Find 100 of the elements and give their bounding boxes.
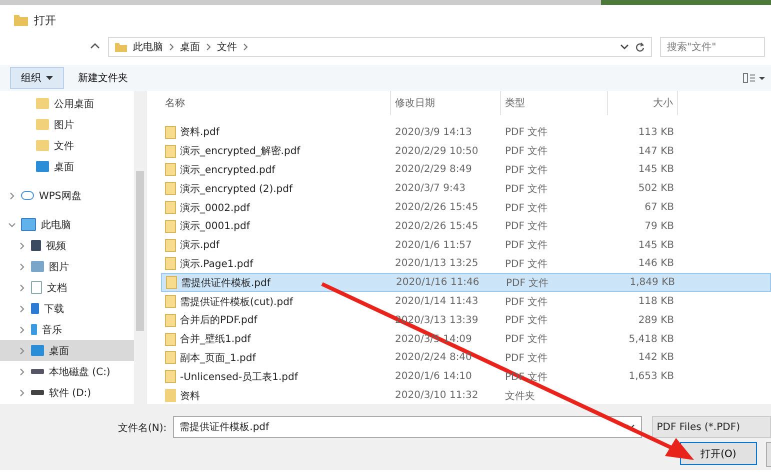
file-name: -Unlicensed-员工表1.pdf bbox=[180, 370, 298, 384]
table-cell-text: PDF 文件 bbox=[504, 182, 549, 196]
table-cell-text: 67 KB bbox=[644, 202, 675, 214]
desktop-icon bbox=[36, 161, 49, 172]
file-row[interactable]: 演示_0001.pdf 2020/2/26 15:45 PDF 文件 79 KB bbox=[161, 216, 771, 236]
new-folder-button[interactable]: 新建文件夹 bbox=[72, 70, 134, 86]
folder-icon bbox=[165, 389, 176, 402]
breadcrumb[interactable]: 此电脑 bbox=[133, 40, 163, 54]
table-cell-text: 文件夹 bbox=[504, 390, 536, 403]
table-cell-text: PDF 文件 bbox=[504, 144, 549, 158]
chevron-down-icon[interactable] bbox=[626, 424, 635, 430]
download-icon bbox=[31, 303, 39, 314]
sidebar-item[interactable]: 视频 bbox=[0, 235, 134, 256]
sidebar-label: 文档 bbox=[47, 282, 67, 294]
file-name: 演示_encrypted.pdf bbox=[180, 164, 276, 177]
document-icon bbox=[165, 220, 176, 233]
search-field[interactable]: 搜索"文件" bbox=[660, 37, 765, 57]
file-name: 合并_壁纸1.pdf bbox=[180, 332, 251, 346]
file-row[interactable]: 演示_encrypted_解密.pdf 2020/2/29 10:50 PDF 文件 147 KB bbox=[161, 142, 771, 161]
sidebar-label: 图片 bbox=[54, 118, 74, 132]
file-row[interactable]: 演示_0002.pdf 2020/2/26 15:45 PDF 文件 67 KB bbox=[161, 198, 771, 217]
document-icon bbox=[165, 238, 176, 252]
table-cell-text: 2020/3/7 9:43 bbox=[394, 183, 467, 194]
document-icon bbox=[165, 295, 176, 308]
sidebar-item[interactable]: 桌面 bbox=[0, 156, 134, 177]
table-cell-text: 2020/1/16 11:46 bbox=[395, 277, 480, 288]
column-header[interactable]: 类型 bbox=[501, 91, 608, 115]
table-cell-text: PDF 文件 bbox=[504, 202, 549, 215]
table-cell-text: 79 KB bbox=[644, 220, 675, 232]
table-cell-text: 2020/1/14 11:43 bbox=[394, 296, 480, 308]
file-name-field[interactable]: 需提供证件模板.pdf bbox=[172, 416, 642, 438]
chevron-right-icon[interactable] bbox=[243, 43, 248, 51]
file-row[interactable]: 演示_encrypted.pdf 2020/2/29 8:49 PDF 文件 145 KB bbox=[161, 160, 771, 180]
view-options-icon[interactable] bbox=[743, 73, 765, 83]
table-cell-text: PDF 文件 bbox=[504, 314, 549, 328]
table-cell-text: 2020/1/6 14:10 bbox=[394, 371, 473, 382]
file-type-dropdown[interactable]: PDF Files (*.PDF) bbox=[652, 416, 771, 438]
file-row[interactable]: 资料.pdf 2020/3/9 14:13 PDF 文件 113 KB bbox=[161, 123, 771, 142]
chevron-right-icon[interactable] bbox=[18, 368, 26, 376]
sidebar-item[interactable]: 下载 bbox=[0, 298, 134, 319]
address-bar[interactable]: 此电脑 桌面 文件 bbox=[108, 37, 652, 57]
sidebar-item[interactable]: 文档 bbox=[0, 277, 134, 298]
sidebar-item[interactable]: WPS网盘 bbox=[0, 185, 134, 206]
column-header[interactable]: 大小 bbox=[608, 91, 678, 115]
sidebar-item[interactable]: 桌面 bbox=[0, 340, 134, 361]
file-row[interactable]: 资料 2020/3/10 11:32 文件夹 bbox=[161, 386, 771, 405]
column-header[interactable]: 修改日期 bbox=[391, 91, 501, 115]
breadcrumb[interactable]: 文件 bbox=[217, 40, 237, 54]
window-title: 打开 bbox=[34, 12, 56, 28]
chevron-right-icon[interactable] bbox=[18, 242, 26, 250]
sidebar-item[interactable]: 本地磁盘 (C:) bbox=[0, 361, 134, 382]
file-name: 演示_encrypted (2).pdf bbox=[180, 182, 293, 196]
chevron-right-icon[interactable] bbox=[18, 284, 26, 292]
table-cell-text: PDF 文件 bbox=[504, 238, 549, 252]
document-icon bbox=[166, 276, 177, 290]
open-button[interactable]: 打开(O) bbox=[680, 442, 757, 465]
sidebar-item[interactable]: 软件 (D:) bbox=[0, 382, 134, 403]
file-row[interactable]: 需提供证件模板(cut).pdf 2020/1/14 11:43 PDF 文件 118 KB bbox=[161, 292, 771, 311]
file-row[interactable]: 需提供证件模板.pdf 2020/1/16 11:46 PDF 文件 1,849 KB bbox=[161, 273, 771, 292]
organize-button[interactable]: 组织 bbox=[10, 67, 64, 89]
table-cell-text: 118 KB bbox=[637, 296, 675, 308]
sidebar-item[interactable]: 音乐 bbox=[0, 319, 134, 340]
sidebar-label: 桌面 bbox=[54, 160, 74, 174]
sidebar-item[interactable]: 图片 bbox=[0, 256, 134, 277]
table-cell-text: PDF 文件 bbox=[504, 220, 549, 234]
chevron-right-icon[interactable] bbox=[18, 326, 26, 334]
chevron-right-icon[interactable] bbox=[18, 262, 26, 270]
file-row[interactable]: 演示_encrypted (2).pdf 2020/3/7 9:43 PDF 文件 502 KB bbox=[161, 179, 771, 198]
file-row[interactable]: 合并_壁纸1.pdf 2020/3/5 14:09 PDF 文件 5,418 KB bbox=[161, 330, 771, 349]
table-cell-text: 147 KB bbox=[637, 146, 675, 157]
sidebar-label: 桌面 bbox=[49, 344, 69, 358]
table-cell-text: 2020/2/24 8:40 bbox=[394, 352, 473, 364]
chevron-right-icon[interactable] bbox=[8, 192, 16, 200]
refresh-icon[interactable] bbox=[635, 42, 645, 52]
table-cell-text: 2020/2/29 8:49 bbox=[394, 164, 473, 176]
document-icon bbox=[165, 351, 176, 364]
sidebar-item[interactable]: 图片 bbox=[0, 114, 134, 135]
sidebar-item[interactable]: 公用桌面 bbox=[0, 93, 134, 114]
file-name: 演示_0001.pdf bbox=[180, 220, 250, 234]
file-row[interactable]: 副本_页面_1.pdf 2020/2/24 8:40 PDF 文件 142 KB bbox=[161, 348, 771, 368]
chevron-right-icon[interactable] bbox=[18, 388, 26, 396]
chevron-right-icon[interactable] bbox=[169, 43, 174, 51]
file-name: 演示_encrypted_解密.pdf bbox=[180, 144, 300, 158]
file-name: 副本_页面_1.pdf bbox=[180, 352, 256, 365]
chevron-right-icon[interactable] bbox=[206, 43, 211, 51]
breadcrumb[interactable]: 桌面 bbox=[180, 40, 200, 54]
table-cell-text: 502 KB bbox=[637, 183, 675, 194]
chevron-right-icon[interactable] bbox=[18, 304, 26, 312]
file-name: 演示.Page1.pdf bbox=[180, 258, 254, 271]
file-row[interactable]: 演示.Page1.pdf 2020/1/13 13:25 PDF 文件 146 KB bbox=[161, 254, 771, 274]
sidebar-item[interactable]: 此电脑 bbox=[0, 214, 134, 235]
file-name: 资料.pdf bbox=[180, 126, 220, 140]
chevron-right-icon[interactable] bbox=[18, 346, 26, 354]
folder-icon bbox=[115, 42, 127, 52]
music-icon bbox=[31, 324, 37, 335]
column-header[interactable]: 名称 bbox=[161, 91, 391, 115]
sidebar-item[interactable]: 文件 bbox=[0, 135, 134, 156]
file-row[interactable]: 演示.pdf 2020/1/6 11:57 PDF 文件 145 KB bbox=[161, 236, 771, 255]
chevron-down-icon[interactable] bbox=[620, 44, 629, 50]
table-cell-text: 2020/2/29 10:50 bbox=[394, 146, 480, 157]
